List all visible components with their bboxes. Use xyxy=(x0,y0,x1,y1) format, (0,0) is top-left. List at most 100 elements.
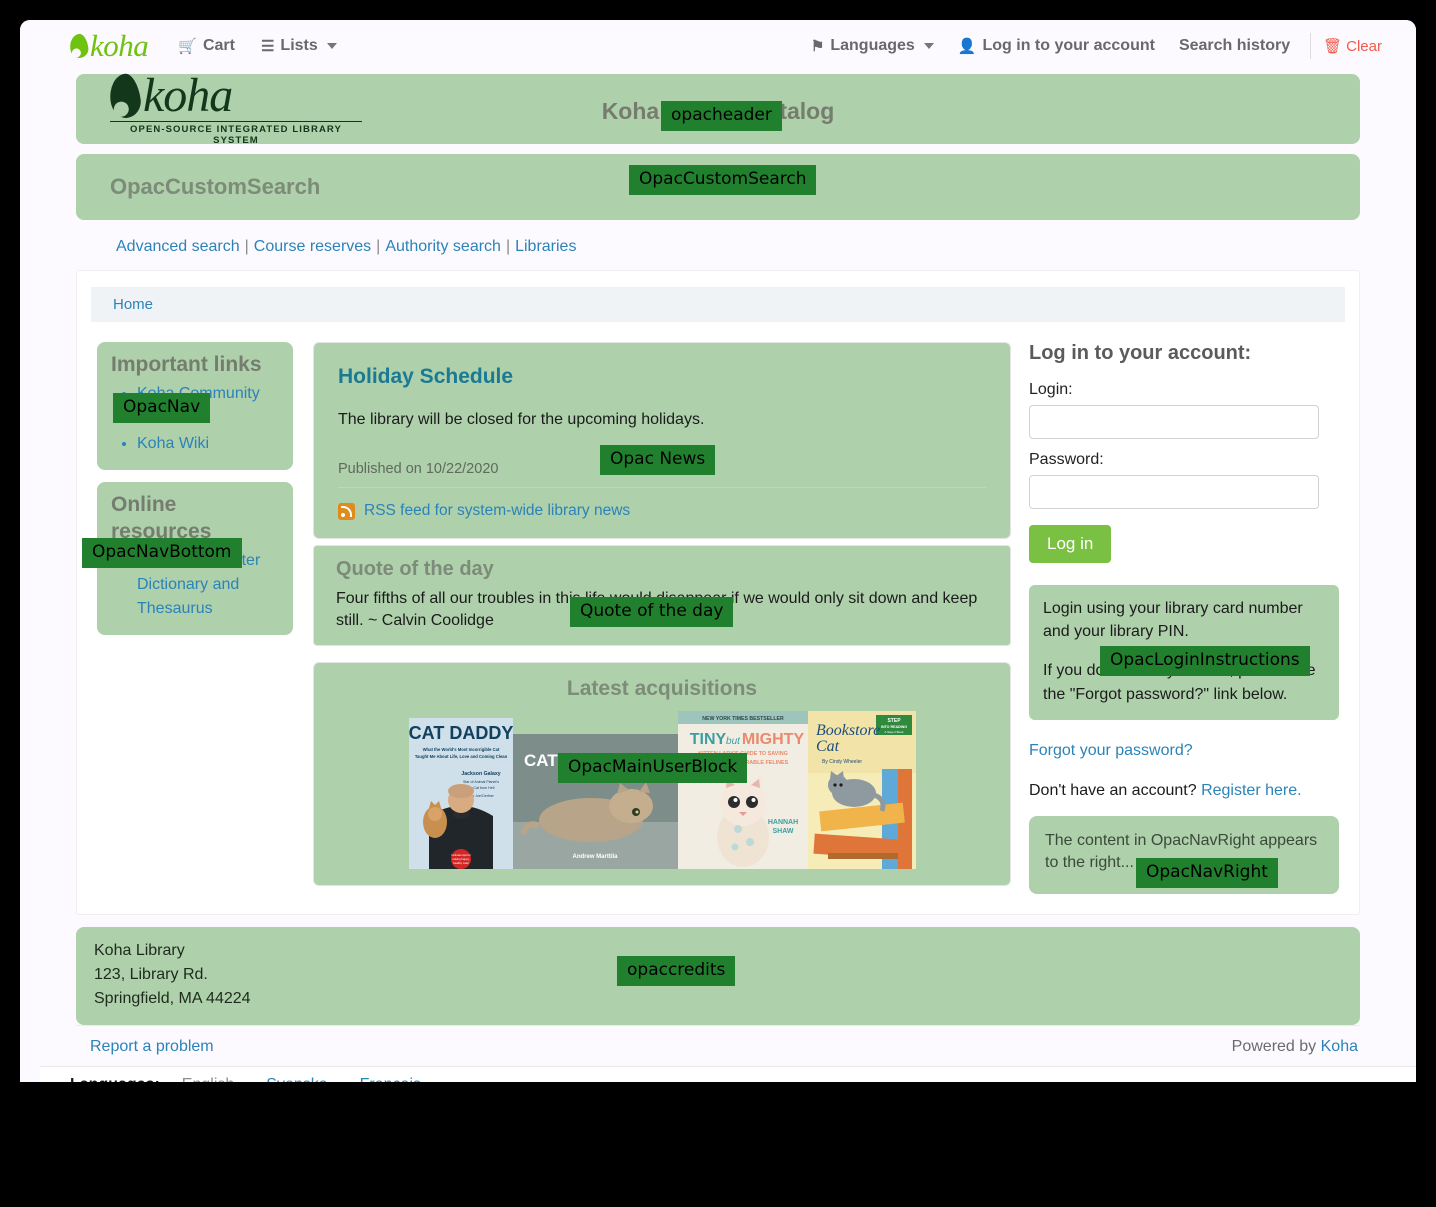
secondary-nav: Advanced search|Course reserves|Authorit… xyxy=(20,220,1416,270)
password-field-label: Password: xyxy=(1029,451,1339,469)
svg-text:HANNAH: HANNAH xyxy=(767,819,797,826)
password-input[interactable] xyxy=(1029,475,1319,509)
search-history-link[interactable]: Search history xyxy=(1179,37,1290,55)
login-sidebar: Log in to your account: Login: Password:… xyxy=(1029,342,1339,894)
trash-icon: 🗑 xyxy=(1323,39,1342,54)
topbar-right-group: ⚑ Languages 👤 Log in to your account Sea… xyxy=(787,33,1382,59)
book-cover-cat-daddy[interactable]: CAT DADDY What the World's Most Incorrig… xyxy=(409,718,513,869)
svg-text:Cat: Cat xyxy=(816,738,840,755)
top-navigation-bar: koha 🛒 Cart ☰ Lists ⚑ Languages 👤 Log in… xyxy=(20,20,1416,72)
clear-button[interactable]: 🗑 Clear xyxy=(1323,38,1382,55)
powered-by-block: Powered by Koha xyxy=(1232,1038,1358,1056)
svg-text:NEW YORK TIMES BESTSELLER: NEW YORK TIMES BESTSELLER xyxy=(702,716,784,722)
search-history-label: Search history xyxy=(1179,37,1290,55)
svg-text:healthy cats!: healthy cats! xyxy=(453,861,469,865)
svg-text:What the World's Most Incorrig: What the World's Most Incorrigible Cat xyxy=(422,747,499,752)
svg-text:By Cindy Wheeler: By Cindy Wheeler xyxy=(822,759,862,765)
credits-city-state-zip: Springfield, MA 44224 xyxy=(94,987,1342,1011)
powered-by-text: Powered by xyxy=(1232,1038,1317,1055)
svg-text:Taught Me About Life, Love and: Taught Me About Life, Love and Coming Cl… xyxy=(414,754,507,759)
svg-text:TINY: TINY xyxy=(689,731,726,748)
annotation-chip: OpacNavRight xyxy=(1136,858,1278,888)
news-body: The library will be closed for the upcom… xyxy=(338,411,986,429)
cart-label: Cart xyxy=(203,37,235,55)
languages-label: Languages xyxy=(830,37,914,55)
login-heading: Log in to your account: xyxy=(1029,342,1339,365)
chevron-down-icon xyxy=(327,43,337,49)
svg-text:Jackson Galaxy: Jackson Galaxy xyxy=(461,771,500,777)
login-input[interactable] xyxy=(1029,405,1319,439)
language-bar: Languages: English Svenska Français xyxy=(40,1066,1416,1082)
lists-menu[interactable]: ☰ Lists xyxy=(261,37,337,55)
cat-daddy-cover-art: CAT DADDY What the World's Most Incorrig… xyxy=(409,718,513,869)
tiny-but-mighty-cover-art: NEW YORK TIMES BESTSELLER TINY but MIGHT… xyxy=(678,711,808,869)
libraries-link[interactable]: Libraries xyxy=(515,238,576,255)
login-instructions-line-1: Login using your library card number and… xyxy=(1043,597,1325,643)
flag-icon: ⚑ xyxy=(811,39,824,54)
left-sidebar: Important links Koha Community Website K… xyxy=(97,342,293,647)
annotation-chip: OpacMainUserBlock xyxy=(558,753,747,783)
forgot-password-link[interactable]: Forgot your password? xyxy=(1029,742,1339,760)
login-field-label: Login: xyxy=(1029,381,1339,399)
register-prompt-text: Don't have an account? xyxy=(1029,782,1197,799)
opaccustomsearch-label: OpacCustomSearch xyxy=(110,174,320,200)
opac-news-region: Holiday Schedule The library will be clo… xyxy=(313,342,1011,539)
opacnavbottom-title: Online resources xyxy=(111,492,279,545)
main-content-container: Home Important links Koha Community Webs… xyxy=(76,270,1360,915)
koha-wiki-link[interactable]: Koha Wiki xyxy=(137,435,209,452)
powered-by-koha-link[interactable]: Koha xyxy=(1321,1038,1358,1055)
language-link-svenska[interactable]: Svenska xyxy=(266,1076,327,1083)
annotation-chip: Opac News xyxy=(600,445,715,475)
report-problem-link[interactable]: Report a problem xyxy=(90,1038,214,1056)
quote-of-the-day-region: Quote of the day Four fifths of all our … xyxy=(313,545,1011,646)
rss-feed-link[interactable]: RSS feed for system-wide library news xyxy=(364,502,630,520)
nav-separator: | xyxy=(501,238,515,255)
languages-menu[interactable]: ⚑ Languages xyxy=(811,37,934,55)
koha-brand-logo[interactable]: koha xyxy=(70,28,148,64)
login-submit-button[interactable]: Log in xyxy=(1029,525,1111,563)
register-prompt-row: Don't have an account? Register here. xyxy=(1029,782,1339,800)
acquisitions-title: Latest acquisitions xyxy=(326,677,998,701)
bookstore-cat-cover-art: STEP INTO READING A Step 2 Book Bookstor… xyxy=(808,711,916,869)
annotation-chip: opacheader xyxy=(661,101,782,131)
list-item[interactable]: Koha Wiki xyxy=(137,432,279,456)
chevron-down-icon xyxy=(924,43,934,49)
koha-brand-text: koha xyxy=(90,28,148,64)
authority-search-link[interactable]: Authority search xyxy=(385,238,501,255)
language-link-francais[interactable]: Français xyxy=(360,1076,421,1083)
svg-text:but: but xyxy=(726,736,741,747)
login-link[interactable]: 👤 Log in to your account xyxy=(958,37,1155,55)
book-cover-tiny-but-mighty[interactable]: NEW YORK TIMES BESTSELLER TINY but MIGHT… xyxy=(678,711,808,869)
annotation-chip: OpacNav xyxy=(113,393,210,423)
cart-button[interactable]: 🛒 Cart xyxy=(178,37,235,55)
svg-text:Bookstore: Bookstore xyxy=(816,722,880,739)
annotation-chip: Quote of the day xyxy=(570,597,733,627)
koha-leaf-icon xyxy=(68,33,89,59)
svg-text:INTO READING: INTO READING xyxy=(880,725,906,729)
svg-text:Star of Animal Planet's: Star of Animal Planet's xyxy=(462,780,498,784)
rss-feed-row[interactable]: RSS feed for system-wide library news xyxy=(338,502,986,520)
list-icon: ☰ xyxy=(261,39,274,54)
clear-label: Clear xyxy=(1346,38,1382,55)
svg-text:CAT DADDY: CAT DADDY xyxy=(409,723,513,743)
advanced-search-link[interactable]: Advanced search xyxy=(116,238,240,255)
nav-separator: | xyxy=(240,238,254,255)
svg-text:A Step 2 Book: A Step 2 Book xyxy=(884,730,904,734)
user-icon: 👤 xyxy=(958,39,977,54)
language-current-english: English xyxy=(182,1076,234,1083)
login-link-label: Log in to your account xyxy=(983,37,1155,55)
register-link[interactable]: Register here. xyxy=(1201,782,1302,799)
rss-icon xyxy=(338,503,355,520)
book-cover-bookstore-cat[interactable]: STEP INTO READING A Step 2 Book Bookstor… xyxy=(808,711,916,869)
screenshot-viewport: koha 🛒 Cart ☰ Lists ⚑ Languages 👤 Log in… xyxy=(0,0,1436,1207)
nav-separator: | xyxy=(371,238,385,255)
lists-label: Lists xyxy=(280,37,317,55)
annotation-chip: OpacCustomSearch xyxy=(629,165,816,195)
opacnav-title: Important links xyxy=(111,352,279,378)
footer-bar: Report a problem Powered by Koha xyxy=(76,1025,1360,1070)
news-title[interactable]: Holiday Schedule xyxy=(338,365,986,389)
svg-text:STEP: STEP xyxy=(887,718,901,724)
breadcrumb: Home xyxy=(91,287,1345,322)
breadcrumb-home-link[interactable]: Home xyxy=(113,296,153,313)
course-reserves-link[interactable]: Course reserves xyxy=(254,238,371,255)
